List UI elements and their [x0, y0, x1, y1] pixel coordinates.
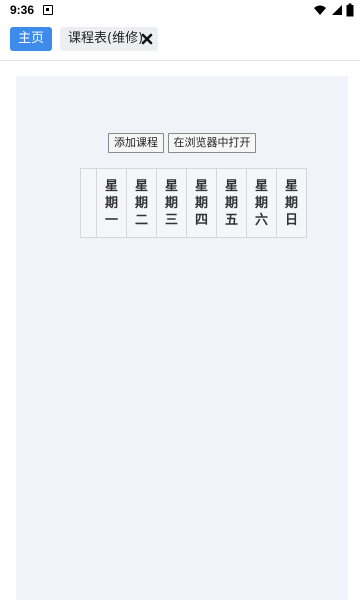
battery-icon	[346, 3, 354, 17]
day-header-friday: 星期五	[216, 168, 247, 238]
notification-icon	[43, 5, 53, 15]
timetable: 星期一 星期二 星期三 星期四 星期五 星期六 星期日	[80, 168, 307, 238]
tab-course-schedule[interactable]: 课程表(维修)	[60, 27, 158, 51]
day-header-sunday: 星期日	[276, 168, 307, 238]
open-in-browser-button[interactable]: 在浏览器中打开	[168, 133, 256, 153]
wifi-icon	[314, 5, 327, 15]
close-icon[interactable]	[141, 33, 153, 45]
day-header-saturday: 星期六	[246, 168, 277, 238]
day-header-thursday: 星期四	[186, 168, 217, 238]
status-time: 9:36	[10, 3, 35, 17]
day-header-tuesday: 星期二	[126, 168, 157, 238]
add-course-button[interactable]: 添加课程	[108, 133, 164, 153]
main-content: 添加课程 在浏览器中打开 星期一 星期二 星期三 星期四 星期五 星期六 星期日	[16, 76, 348, 600]
signal-icon	[331, 5, 342, 15]
day-header-monday: 星期一	[96, 168, 127, 238]
tab-home-label: 主页	[17, 31, 44, 46]
day-header-wednesday: 星期三	[156, 168, 187, 238]
tab-bar: 主页 课程表(维修)	[0, 20, 360, 61]
tab-home[interactable]: 主页	[10, 27, 52, 51]
timetable-header-row: 星期一 星期二 星期三 星期四 星期五 星期六 星期日	[80, 168, 307, 238]
tab-course-schedule-label: 课程表(维修)	[68, 31, 144, 46]
timetable-corner-cell	[80, 168, 97, 238]
status-icons	[313, 3, 354, 17]
status-bar: 9:36	[0, 0, 360, 20]
